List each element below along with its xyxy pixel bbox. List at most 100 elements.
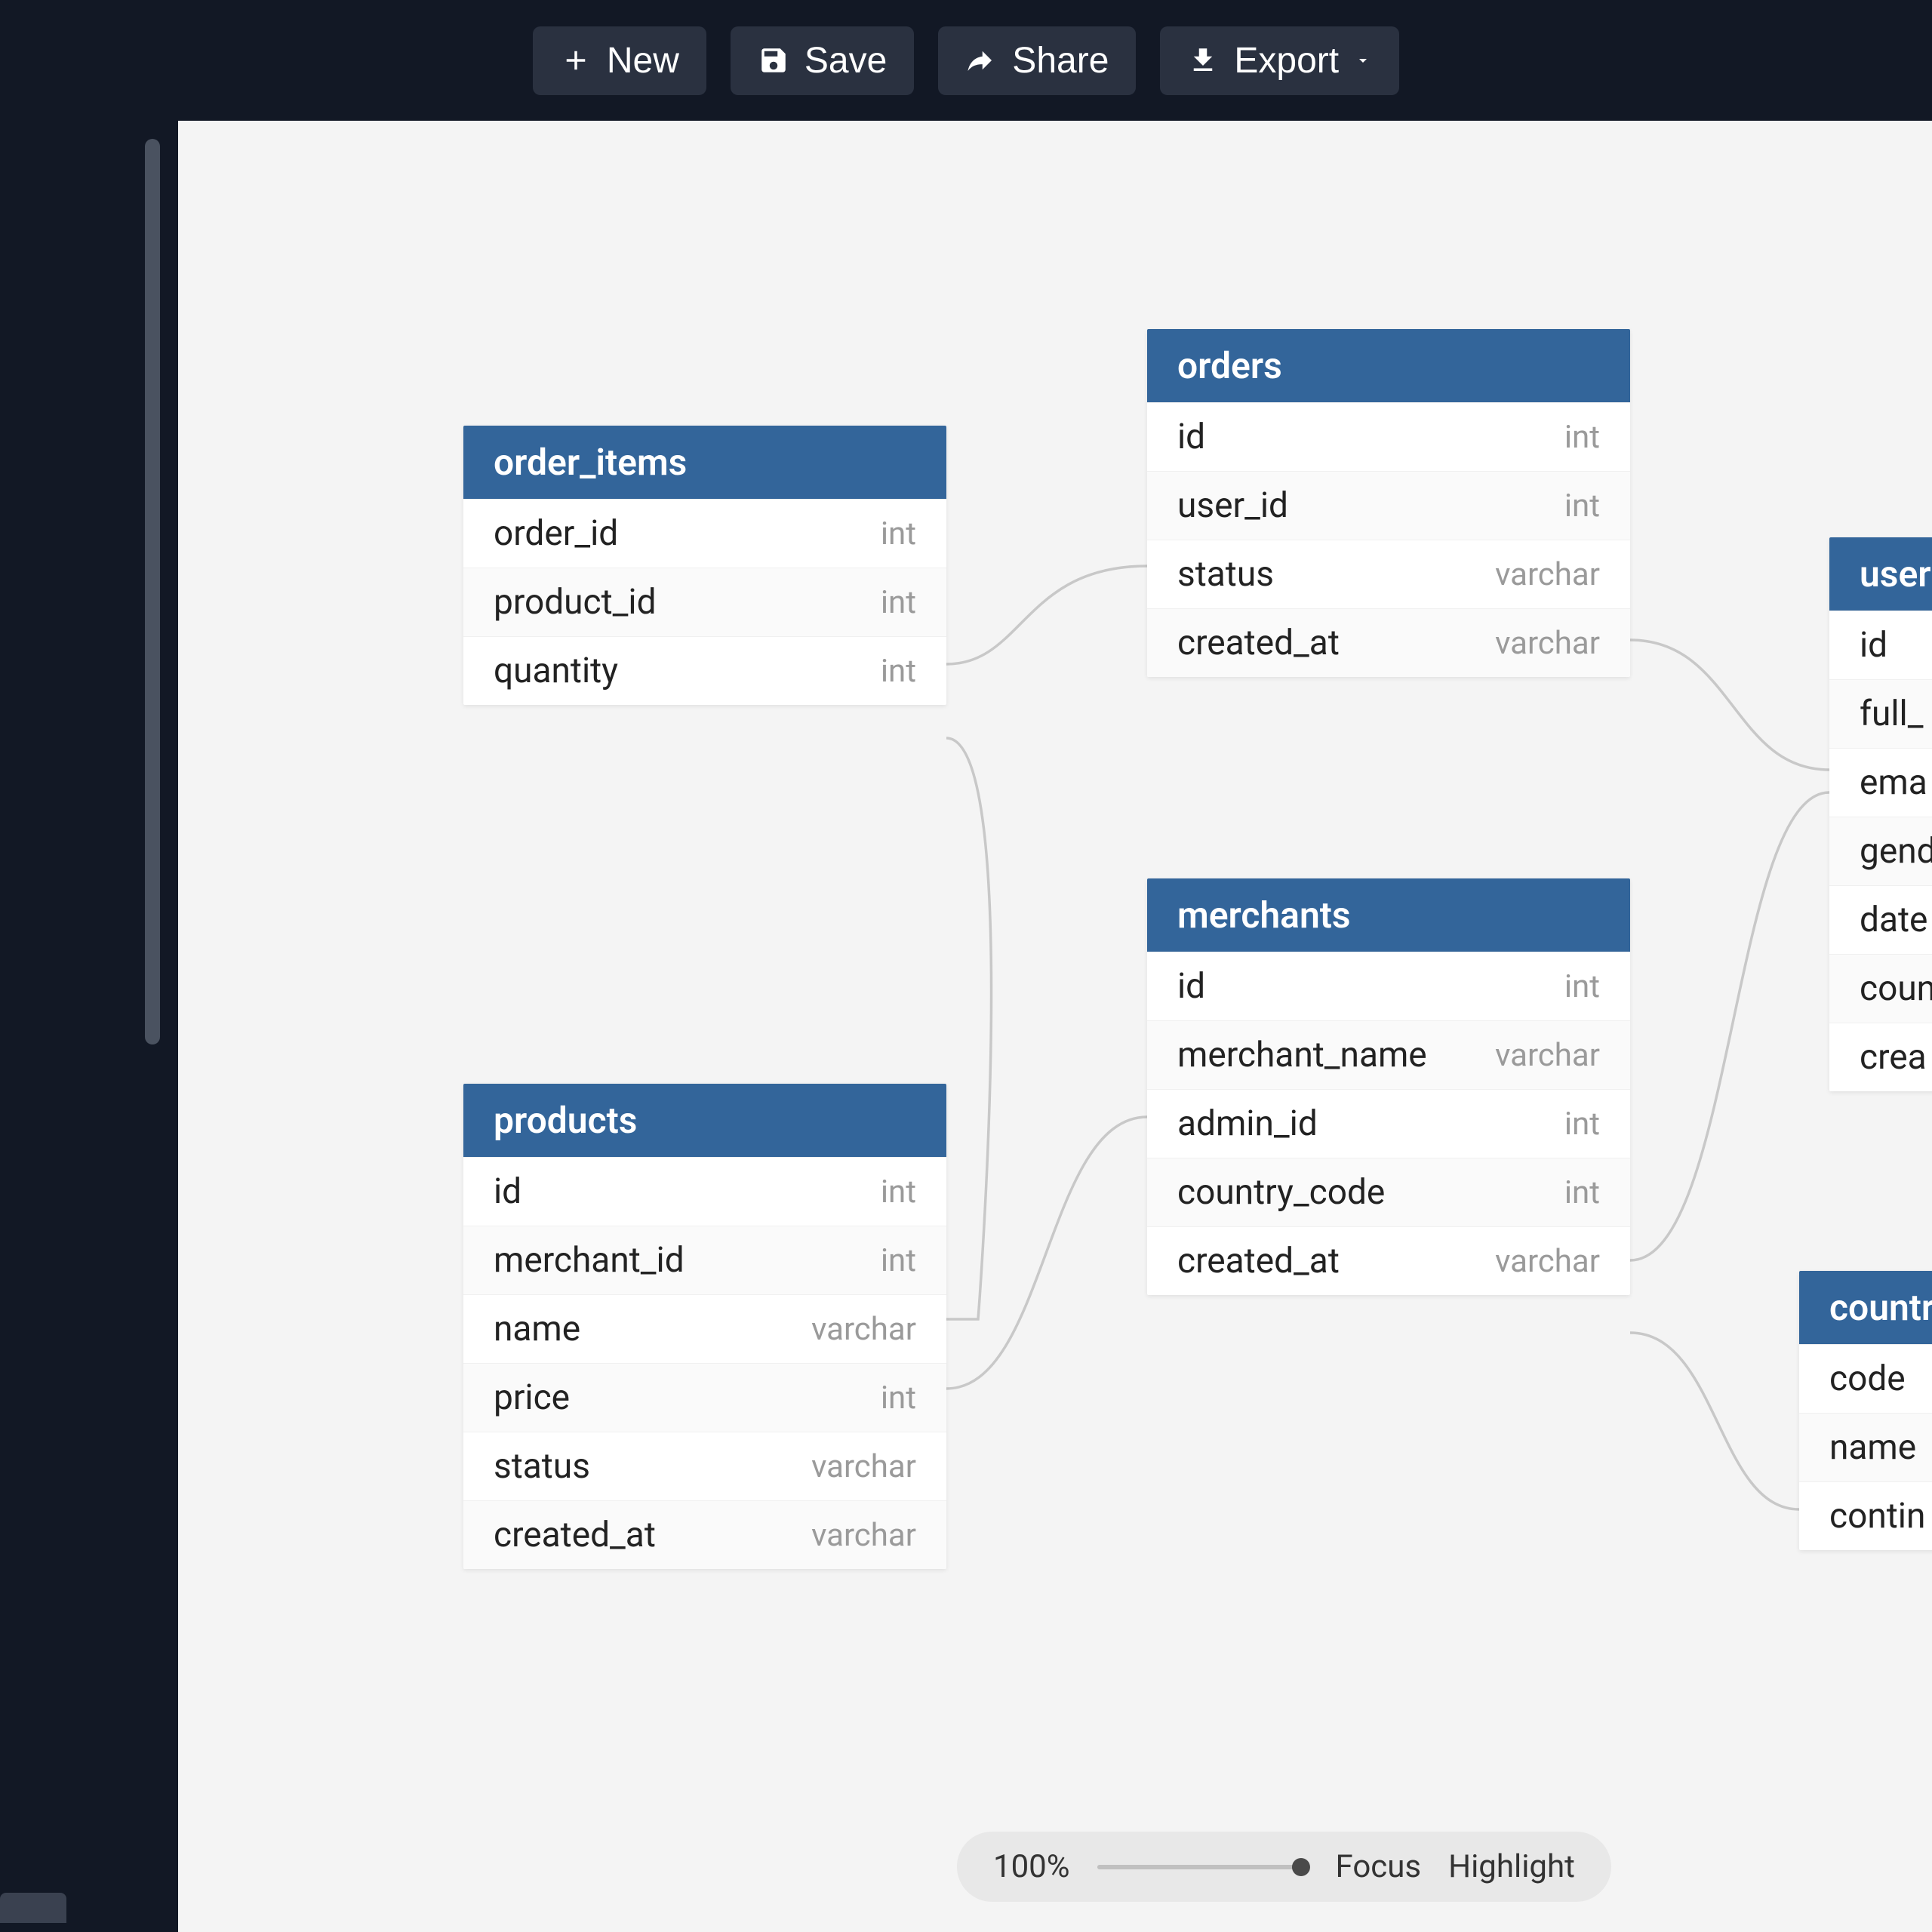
col-name: id xyxy=(1860,625,1887,666)
table-row[interactable]: created_at varchar xyxy=(463,1500,946,1569)
table-row[interactable]: name varchar xyxy=(463,1294,946,1363)
table-row[interactable]: idint xyxy=(463,1157,946,1226)
col-name: full_ xyxy=(1860,694,1923,734)
export-button[interactable]: Export xyxy=(1160,26,1399,95)
table-row[interactable]: id int xyxy=(1147,402,1630,471)
col-type: varchar xyxy=(811,1517,916,1554)
col-type: varchar xyxy=(1495,1243,1600,1280)
col-name: created_at xyxy=(1177,623,1340,663)
col-type: int xyxy=(1564,968,1600,1005)
sidebar-tab[interactable] xyxy=(0,1893,66,1923)
zoom-value: 100% xyxy=(993,1848,1070,1885)
col-name: merchant_id xyxy=(494,1240,685,1281)
col-name: status xyxy=(1177,554,1274,595)
col-name: country_code xyxy=(1177,1172,1385,1213)
table-row[interactable]: name xyxy=(1799,1413,1932,1481)
table-row[interactable]: merchant_id int xyxy=(463,1226,946,1294)
table-row[interactable]: id int xyxy=(1147,952,1630,1020)
table-merchants[interactable]: merchants idint merchant_namevarchar adm… xyxy=(1147,878,1630,1295)
col-name: date xyxy=(1860,900,1927,940)
table-row[interactable]: admin_idint xyxy=(1147,1089,1630,1158)
table-row[interactable]: order_id int xyxy=(463,499,946,568)
connection-lines xyxy=(178,121,1932,1932)
table-row[interactable]: quantity int xyxy=(463,636,946,705)
table-row[interactable]: id xyxy=(1829,611,1932,679)
col-type: varchar xyxy=(1495,556,1600,593)
col-name: coun xyxy=(1860,968,1932,1009)
table-row[interactable]: code xyxy=(1799,1344,1932,1413)
table-header: order_items xyxy=(463,426,946,499)
table-row[interactable]: full_ xyxy=(1829,679,1932,748)
col-name: user_id xyxy=(1177,485,1288,526)
table-users[interactable]: users id full_ ema gend date coun crea xyxy=(1829,537,1932,1091)
col-name: quantity xyxy=(494,651,618,691)
col-type: varchar xyxy=(1495,625,1600,662)
col-name: id xyxy=(1177,417,1205,457)
save-button[interactable]: Save xyxy=(731,26,914,95)
table-products[interactable]: products idint merchant_idint namevarcha… xyxy=(463,1084,946,1569)
col-name: id xyxy=(1177,966,1205,1007)
col-type: int xyxy=(1564,419,1600,456)
table-header: orders xyxy=(1147,329,1630,402)
save-icon xyxy=(758,45,789,76)
table-header: countr xyxy=(1799,1271,1932,1344)
col-type: varchar xyxy=(1495,1037,1600,1074)
zoom-knob[interactable] xyxy=(1292,1858,1310,1876)
col-type: int xyxy=(1564,1174,1600,1211)
diagram-canvas[interactable]: order_items order_idint product_idint qu… xyxy=(178,121,1932,1932)
save-label: Save xyxy=(804,40,887,82)
sidebar xyxy=(0,121,166,1932)
table-row[interactable]: created_at varchar xyxy=(1147,1226,1630,1295)
table-row[interactable]: merchant_name varchar xyxy=(1147,1020,1630,1089)
table-row[interactable]: date xyxy=(1829,885,1932,954)
table-row[interactable]: coun xyxy=(1829,954,1932,1023)
table-row[interactable]: created_at varchar xyxy=(1147,608,1630,677)
focus-button[interactable]: Focus xyxy=(1336,1848,1422,1885)
scrollbar[interactable] xyxy=(145,139,160,1044)
table-row[interactable]: product_id int xyxy=(463,568,946,636)
col-type: int xyxy=(881,653,916,690)
table-order-items[interactable]: order_items order_idint product_idint qu… xyxy=(463,426,946,705)
table-row[interactable]: status varchar xyxy=(1147,540,1630,608)
highlight-button[interactable]: Highlight xyxy=(1448,1848,1575,1885)
table-header: users xyxy=(1829,537,1932,611)
col-name: contin xyxy=(1829,1496,1925,1537)
col-name: merchant_name xyxy=(1177,1035,1427,1075)
col-type: int xyxy=(881,515,916,552)
col-type: int xyxy=(881,584,916,621)
table-row[interactable]: priceint xyxy=(463,1363,946,1432)
col-name: created_at xyxy=(494,1515,656,1555)
table-row[interactable]: ema xyxy=(1829,748,1932,817)
share-icon xyxy=(965,45,997,76)
col-name: name xyxy=(494,1309,580,1349)
table-row[interactable]: user_idint xyxy=(1147,471,1630,540)
col-type: int xyxy=(881,1174,916,1211)
table-row[interactable]: contin xyxy=(1799,1481,1932,1550)
col-name: product_id xyxy=(494,582,657,623)
col-name: name xyxy=(1829,1427,1916,1468)
col-name: order_id xyxy=(494,513,618,554)
table-row[interactable]: statusvarchar xyxy=(463,1432,946,1500)
chevron-down-icon xyxy=(1354,51,1372,69)
new-label: New xyxy=(607,40,679,82)
table-header: merchants xyxy=(1147,878,1630,952)
table-row[interactable]: gend xyxy=(1829,817,1932,885)
col-name: price xyxy=(494,1377,570,1418)
table-row[interactable]: country_code int xyxy=(1147,1158,1630,1226)
col-name: crea xyxy=(1860,1037,1927,1078)
col-type: int xyxy=(881,1242,916,1279)
share-button[interactable]: Share xyxy=(938,26,1136,95)
toolbar: New Save Share Export xyxy=(0,0,1932,121)
col-type: varchar xyxy=(811,1448,916,1485)
zoom-slider[interactable] xyxy=(1097,1865,1309,1869)
table-orders[interactable]: orders id int user_idint status varchar cr… xyxy=(1147,329,1630,677)
col-name: gend xyxy=(1860,831,1932,872)
zoom-control: 100% Focus Highlight xyxy=(957,1832,1611,1902)
plus-icon xyxy=(560,45,592,76)
table-row[interactable]: crea xyxy=(1829,1023,1932,1091)
new-button[interactable]: New xyxy=(533,26,706,95)
col-name: ema xyxy=(1860,762,1927,803)
col-name: created_at xyxy=(1177,1241,1340,1281)
col-type: varchar xyxy=(811,1311,916,1348)
table-countries[interactable]: countr code name contin xyxy=(1799,1271,1932,1550)
